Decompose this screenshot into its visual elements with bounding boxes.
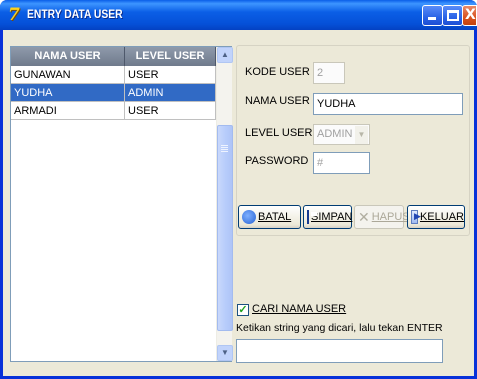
table-row[interactable]: ARMADI USER [11,102,216,120]
kode-user-label: KODE USER [245,66,310,78]
column-header-level-user[interactable]: LEVEL USER [125,47,216,66]
keluar-label: KELUAR [419,211,464,223]
exit-icon [411,210,421,224]
level-user-value: ADMIN [317,128,353,140]
close-icon: X [465,7,476,23]
cell-level-user[interactable]: USER [125,66,216,84]
hapus-button[interactable]: ✕ HAPUS [354,205,410,229]
simpan-label: SIMPAN [311,211,353,223]
batal-label: BATAL [258,211,292,223]
grid-vertical-scrollbar[interactable]: ▲ ▼ [216,47,233,361]
maximize-icon [447,10,459,21]
keluar-button[interactable]: KELUAR [407,205,465,229]
password-field[interactable]: # [313,152,370,174]
minimize-icon [428,17,436,20]
scroll-up-button[interactable]: ▲ [217,47,233,63]
cell-nama-user[interactable]: ARMADI [11,102,125,120]
search-hint: Ketikan string yang dicari, lalu tekan E… [236,322,443,334]
batal-button[interactable]: BATAL [238,205,301,229]
chevron-down-icon[interactable]: ▼ [355,126,368,144]
window-title: ENTRY DATA USER [27,7,123,21]
cari-nama-user-checkbox[interactable]: ✓ [237,304,249,316]
cari-nama-user-label[interactable]: CARI NAMA USER [252,303,346,315]
grid-header: NAMA USER LEVEL USER [11,47,216,66]
cell-level-user[interactable]: USER [125,102,216,120]
hapus-label: HAPUS [371,211,410,223]
close-button[interactable]: X [462,5,477,26]
floppy-disk-icon [307,210,317,224]
column-header-nama-user[interactable]: NAMA USER [11,47,125,66]
minimize-button[interactable] [422,5,443,26]
title-bar[interactable]: 7 ENTRY DATA USER X [0,0,477,30]
table-row-selected[interactable]: YUDHA ADMIN [11,84,216,102]
cell-nama-user[interactable]: YUDHA [11,84,125,102]
user-grid[interactable]: NAMA USER LEVEL USER GUNAWAN USER YUDHA … [10,46,233,362]
app-icon: 7 [8,5,20,25]
level-user-label: LEVEL USER [245,127,313,139]
level-user-select[interactable]: ADMIN ▼ [313,124,370,145]
cari-nama-user-text: CARI NAMA USER [252,303,347,315]
search-input[interactable] [236,339,443,363]
scroll-grip-icon [221,145,228,146]
scroll-down-button[interactable]: ▼ [217,345,233,361]
cell-level-user[interactable]: ADMIN [125,84,216,102]
password-label: PASSWORD [245,155,309,167]
nama-user-label: NAMA USER [245,95,310,107]
scroll-thumb[interactable] [217,125,233,331]
kode-user-field[interactable]: 2 [313,62,345,84]
maximize-button[interactable] [442,5,463,26]
table-row[interactable]: GUNAWAN USER [11,66,216,84]
cell-nama-user[interactable]: GUNAWAN [11,66,125,84]
refresh-icon [242,210,256,224]
delete-x-icon: ✕ [358,209,370,225]
nama-user-field[interactable]: YUDHA [313,93,463,115]
simpan-button[interactable]: SIMPAN [303,205,352,229]
